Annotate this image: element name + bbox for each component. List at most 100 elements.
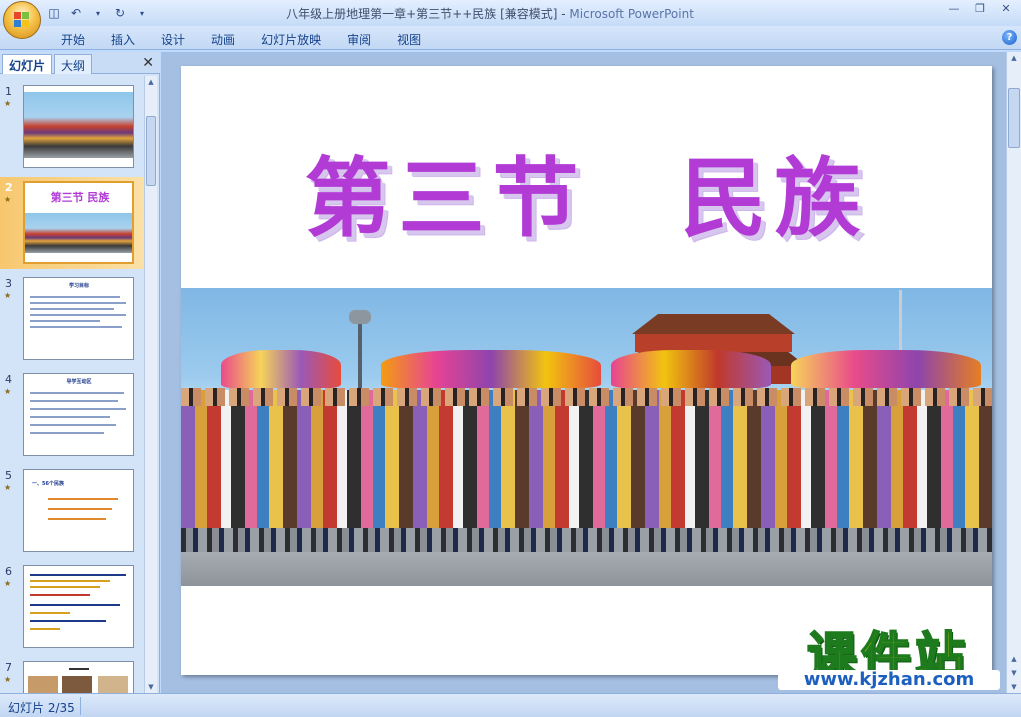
text-line <box>30 400 118 402</box>
flower-bouquets <box>611 350 771 388</box>
slide-number: 7 <box>5 661 12 674</box>
text-line <box>30 594 90 596</box>
slide-number: 5 <box>5 469 12 482</box>
portrait-photo <box>98 676 128 693</box>
crowd-costumes <box>181 390 992 540</box>
animation-star-icon: ★ <box>4 291 12 300</box>
crowd-photo <box>24 92 133 158</box>
mini-slide-title: 学习目标 <box>68 283 89 289</box>
slide-preview: 一、56个民族 <box>23 469 134 552</box>
portrait-photo <box>28 676 58 693</box>
flower-bouquets <box>221 350 341 388</box>
slide-preview: 学习目标 <box>23 277 134 360</box>
tab-review[interactable]: 审阅 <box>334 29 384 50</box>
animation-star-icon: ★ <box>4 195 12 204</box>
document-title: 八年级上册地理第一章+第三节++民族 [兼容模式] <box>286 7 558 21</box>
slide-preview <box>23 85 134 168</box>
text-line <box>48 518 106 520</box>
title-bar: ◫ ↶ ▾ ↻ ▾ 八年级上册地理第一章+第三节++民族 [兼容模式] - Mi… <box>0 0 1021 39</box>
undo-icon[interactable]: ↶ <box>68 5 84 21</box>
scroll-up-icon[interactable]: ▲ <box>1009 54 1019 62</box>
save-icon[interactable]: ◫ <box>46 5 62 21</box>
animation-star-icon: ★ <box>4 579 12 588</box>
text-line <box>30 296 120 298</box>
slide-preview: 导学互动区 <box>23 373 134 456</box>
window-title: 八年级上册地理第一章+第三节++民族 [兼容模式] - Microsoft Po… <box>250 5 730 22</box>
animation-star-icon: ★ <box>4 387 12 396</box>
minimize-icon[interactable]: — <box>947 2 961 16</box>
slide-thumbnail-6[interactable]: 6 ★ <box>0 561 144 653</box>
animation-star-icon: ★ <box>4 99 12 108</box>
slide-counter: 幻灯片 2/35 <box>8 701 75 715</box>
office-button[interactable] <box>3 1 41 39</box>
app-name: Microsoft PowerPoint <box>569 7 694 21</box>
slide-number: 4 <box>5 373 12 386</box>
watermark-url: www.kjzhan.com <box>778 670 1000 690</box>
redo-icon[interactable]: ↻ <box>112 5 128 21</box>
text-line <box>30 432 104 434</box>
tab-insert[interactable]: 插入 <box>98 29 148 50</box>
tab-slides[interactable]: 幻灯片 <box>2 54 53 74</box>
slide-thumbnail-1[interactable]: 1 ★ <box>0 81 144 173</box>
editor-scrollbar[interactable]: ▲ ▲ ▼ ▼ <box>1006 52 1021 693</box>
text-line <box>30 408 126 410</box>
tab-design[interactable]: 设计 <box>148 29 198 50</box>
ribbon-tabs: 开始 插入 设计 动画 幻灯片放映 审阅 视图 <box>48 29 434 50</box>
customize-dropdown-icon[interactable]: ▾ <box>134 5 150 21</box>
close-icon[interactable]: ✕ <box>999 2 1013 16</box>
tab-slideshow[interactable]: 幻灯片放映 <box>248 29 334 50</box>
title-separator: - <box>557 7 570 21</box>
slide-number: 2 <box>5 181 13 194</box>
scroll-thumb[interactable] <box>146 116 156 186</box>
text-line <box>69 668 89 670</box>
text-line <box>48 498 118 500</box>
slide-preview: 第三节 民族 <box>23 181 134 264</box>
slide-number: 3 <box>5 277 12 290</box>
tab-animations[interactable]: 动画 <box>198 29 248 50</box>
slide-preview <box>23 661 134 693</box>
text-line <box>48 508 112 510</box>
slide-thumbnail-7[interactable]: 7 ★ <box>0 657 144 693</box>
slides-panel: 幻灯片 大纲 ✕ 1 ★ 2 ★ 第三节 民族 3 ★ 学习目标 4 ★ 导学互… <box>0 52 160 693</box>
office-logo-icon <box>14 12 30 28</box>
text-line <box>30 320 100 322</box>
customize-dropdown-icon[interactable]: ▾ <box>90 5 106 21</box>
current-slide[interactable]: 第三节 民族 <box>181 66 992 675</box>
slide-title[interactable]: 第三节 民族 <box>181 128 992 253</box>
slide-thumbnail-2[interactable]: 2 ★ 第三节 民族 <box>0 177 144 269</box>
thumbnails-scrollbar[interactable]: ▲ ▼ <box>144 76 157 693</box>
slide-thumbnail-3[interactable]: 3 ★ 学习目标 <box>0 273 144 365</box>
slide-thumbnail-4[interactable]: 4 ★ 导学互动区 <box>0 369 144 461</box>
scroll-thumb[interactable] <box>1008 88 1020 148</box>
tab-outline[interactable]: 大纲 <box>54 54 93 74</box>
status-divider <box>80 697 81 715</box>
next-slide-icon[interactable]: ▼ <box>1009 669 1019 677</box>
text-line <box>30 308 114 310</box>
scroll-up-icon[interactable]: ▲ <box>146 78 156 86</box>
crowd-legs <box>181 528 992 554</box>
text-line <box>30 392 124 394</box>
tab-home[interactable]: 开始 <box>48 29 98 50</box>
scroll-down-icon[interactable]: ▼ <box>1009 683 1019 691</box>
restore-icon[interactable]: ❐ <box>973 2 987 16</box>
tab-view[interactable]: 视图 <box>384 29 434 50</box>
text-line <box>30 416 110 418</box>
ribbon-tab-bar: 开始 插入 设计 动画 幻灯片放映 审阅 视图 ? <box>0 26 1021 50</box>
flower-bouquets <box>791 350 981 388</box>
flower-bouquets <box>381 350 601 388</box>
slide-thumbnail-5[interactable]: 5 ★ 一、56个民族 <box>0 465 144 557</box>
watermark: 课件站 www.kjzhan.com <box>770 616 1006 692</box>
text-line <box>30 574 126 576</box>
help-icon[interactable]: ? <box>1002 30 1017 45</box>
scroll-down-icon[interactable]: ▼ <box>146 683 156 691</box>
close-icon[interactable]: ✕ <box>142 55 154 71</box>
previous-slide-icon[interactable]: ▲ <box>1009 655 1019 663</box>
text-line <box>30 604 120 606</box>
slide-thumbnails: 1 ★ 2 ★ 第三节 民族 3 ★ 学习目标 4 ★ 导学互动区 5 ★ 一、… <box>0 76 144 693</box>
portrait-photo <box>62 676 92 693</box>
animation-star-icon: ★ <box>4 675 12 684</box>
mini-slide-title: 导学互动区 <box>66 379 92 385</box>
ethnic-groups-photo[interactable] <box>181 288 992 586</box>
text-line <box>30 424 116 426</box>
text-line <box>30 314 126 316</box>
